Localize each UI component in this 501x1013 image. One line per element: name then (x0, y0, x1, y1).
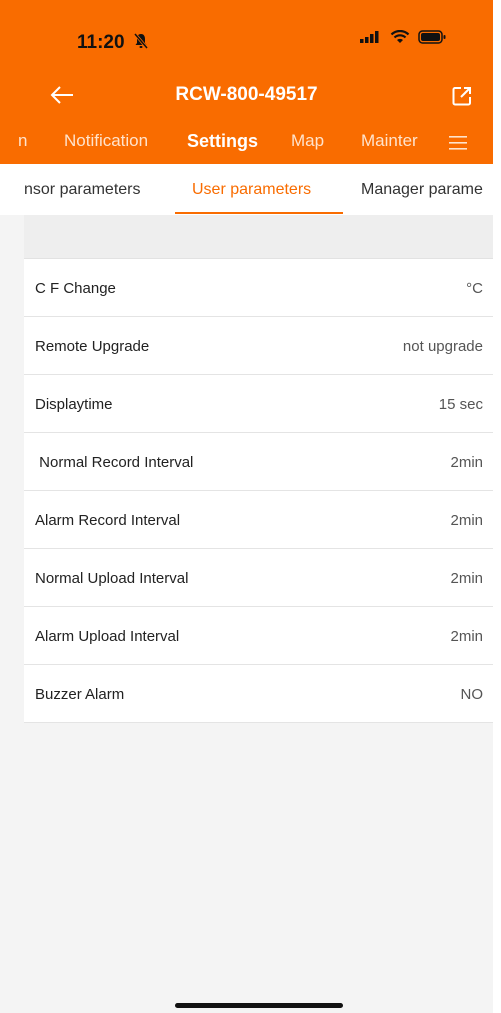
setting-label: C F Change (35, 280, 116, 297)
phone-screen: 11:20 RCW-800-49517 n Notification Setti… (0, 0, 493, 1013)
setting-row-cf-change[interactable]: C F Change °C (24, 259, 493, 317)
tab-map[interactable]: Map (291, 131, 324, 151)
setting-label: Alarm Record Interval (35, 512, 181, 529)
setting-value: 2min (450, 628, 483, 645)
bell-slash-icon (133, 33, 148, 49)
setting-row-displaytime[interactable]: Displaytime 15 sec (24, 375, 493, 433)
share-icon[interactable] (450, 84, 474, 108)
setting-label: Displaytime (35, 396, 113, 413)
home-indicator[interactable] (175, 1003, 343, 1008)
setting-value: NO (460, 686, 484, 703)
active-subtab-indicator (175, 212, 343, 214)
battery-icon (418, 30, 446, 44)
setting-value: 2min (450, 570, 483, 587)
setting-value: °C (466, 280, 483, 297)
setting-label: Normal Record Interval (35, 454, 194, 471)
setting-label: Remote Upgrade (35, 338, 150, 355)
status-icons (360, 30, 446, 44)
tab-partial[interactable]: n (18, 131, 27, 151)
setting-row-remote-upgrade[interactable]: Remote Upgrade not upgrade (24, 317, 493, 375)
empty-content-area (24, 723, 493, 1013)
menu-icon[interactable] (449, 135, 467, 151)
tab-settings[interactable]: Settings (187, 131, 258, 152)
tab-notification[interactable]: Notification (64, 131, 148, 151)
setting-row-buzzer-alarm[interactable]: Buzzer Alarm NO (24, 665, 493, 723)
setting-label: Buzzer Alarm (35, 686, 125, 703)
top-tab-bar: n Notification Settings Map Mainter (0, 131, 493, 155)
cellular-signal-icon (360, 31, 379, 43)
setting-label: Alarm Upload Interval (35, 628, 180, 645)
status-time: 11:20 (77, 32, 149, 54)
setting-value: not upgrade (402, 338, 483, 355)
setting-value: 2min (450, 512, 483, 529)
setting-label: Normal Upload Interval (35, 570, 189, 587)
setting-value: 2min (450, 454, 483, 471)
setting-row-normal-upload-interval[interactable]: Normal Upload Interval 2min (24, 549, 493, 607)
subtab-manager-parameters[interactable]: Manager parame (361, 181, 483, 199)
setting-row-alarm-record-interval[interactable]: Alarm Record Interval 2min (24, 491, 493, 549)
setting-row-alarm-upload-interval[interactable]: Alarm Upload Interval 2min (24, 607, 493, 665)
wifi-icon (390, 30, 410, 43)
page-title: RCW-800-49517 (175, 84, 318, 105)
subtab-sensor-parameters[interactable]: nsor parameters (24, 181, 141, 199)
setting-row-normal-record-interval[interactable]: Normal Record Interval 2min (24, 433, 493, 491)
section-spacer (24, 215, 493, 258)
parameter-tab-bar: nsor parameters User parameters Manager … (0, 164, 493, 215)
subtab-user-parameters[interactable]: User parameters (192, 181, 311, 199)
status-time-text: 11:20 (77, 32, 125, 53)
settings-list: C F Change °C Remote Upgrade not upgrade… (24, 258, 493, 723)
tab-maintenance[interactable]: Mainter (361, 131, 418, 151)
setting-value: 15 sec (438, 396, 483, 413)
app-header: 11:20 RCW-800-49517 n Notification Setti… (0, 0, 493, 164)
